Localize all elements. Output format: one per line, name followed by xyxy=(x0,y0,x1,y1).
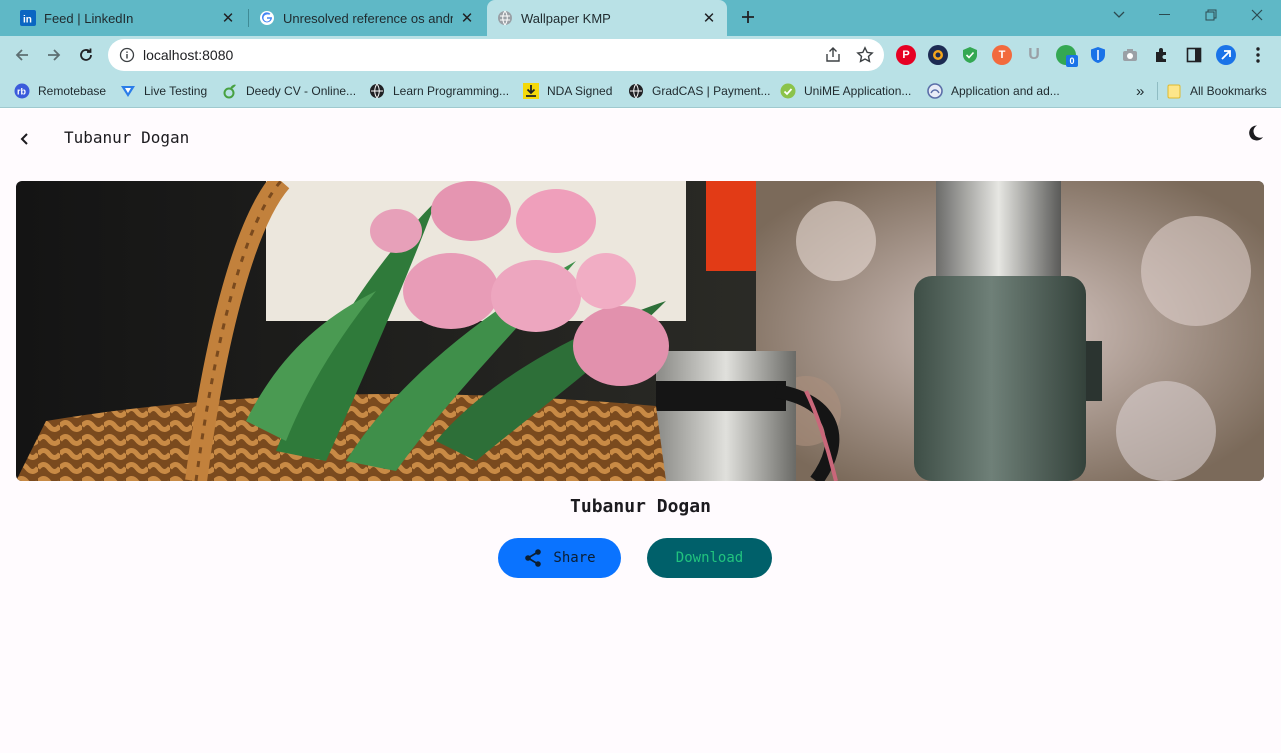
globe-icon xyxy=(369,83,385,99)
download-label: Download xyxy=(675,550,744,566)
tab-title: Unresolved reference os android xyxy=(283,10,453,26)
address-bar[interactable]: localhost:8080 xyxy=(108,39,884,71)
remotebase-icon: rb xyxy=(14,83,30,99)
bookmark-remotebase[interactable]: rb Remotebase xyxy=(14,82,106,100)
svg-text:in: in xyxy=(23,15,32,26)
bookmark-deedy-cv[interactable]: Deedy CV - Online... xyxy=(222,82,356,100)
new-tab-button[interactable] xyxy=(737,6,759,28)
back-arrow-icon[interactable] xyxy=(10,43,34,67)
tab-wallpaper-kmp[interactable]: Wallpaper KMP ✕ xyxy=(487,0,727,36)
download-button[interactable]: Download xyxy=(647,538,772,578)
extension-dark-icon[interactable] xyxy=(928,45,948,65)
close-tab-icon[interactable]: ✕ xyxy=(220,10,236,27)
bookmark-application[interactable]: Application and ad... xyxy=(927,82,1060,100)
extensions-puzzle-icon[interactable] xyxy=(1152,45,1172,65)
tab-title: Feed | LinkedIn xyxy=(44,10,134,26)
back-button[interactable] xyxy=(14,128,36,150)
check-icon xyxy=(780,83,796,99)
bookmark-label: Live Testing xyxy=(144,84,208,98)
folder-icon xyxy=(1166,83,1182,99)
tab-google[interactable]: Unresolved reference os android ✕ xyxy=(251,0,483,36)
bookmark-label: Deedy CV - Online... xyxy=(246,84,357,98)
url-text: localhost:8080 xyxy=(143,47,234,63)
overleaf-icon xyxy=(222,83,238,99)
share-page-icon[interactable] xyxy=(824,46,842,69)
bookmark-label: Learn Programming... xyxy=(393,84,510,98)
reload-icon[interactable] xyxy=(74,43,98,67)
live-testing-icon xyxy=(120,83,136,99)
site-info-icon[interactable] xyxy=(119,47,135,63)
dark-mode-toggle[interactable] xyxy=(1245,123,1265,143)
close-tab-icon[interactable]: ✕ xyxy=(459,10,475,27)
grammar-extension-icon[interactable]: 0 xyxy=(1056,45,1078,67)
pinterest-icon[interactable]: P xyxy=(896,45,916,65)
chevron-left-icon xyxy=(20,133,28,145)
svg-text:rb: rb xyxy=(17,87,27,97)
bookmark-live-testing[interactable]: Live Testing xyxy=(120,82,207,100)
bookmark-label: Remotebase xyxy=(38,84,107,98)
share-button[interactable]: Share xyxy=(498,538,621,578)
globe-icon xyxy=(628,83,644,99)
browser-tab-strip: in Feed | LinkedIn ✕ Unresolved referenc… xyxy=(0,0,1281,36)
minimize-icon[interactable] xyxy=(1142,0,1188,30)
tab-separator xyxy=(248,9,249,27)
profile-avatar[interactable] xyxy=(1216,45,1236,65)
vpn-shield-icon[interactable] xyxy=(1088,45,1108,65)
translate-extension-icon[interactable]: T xyxy=(992,45,1012,65)
bookmark-learn-programming[interactable]: Learn Programming... xyxy=(369,82,509,100)
side-panel-icon[interactable] xyxy=(1184,45,1204,65)
close-tab-icon[interactable]: ✕ xyxy=(701,10,717,27)
more-menu-icon[interactable] xyxy=(1248,45,1268,65)
bookmark-label: NDA Signed xyxy=(547,84,613,98)
camera-icon[interactable] xyxy=(1120,45,1140,65)
wallpaper-detail-screen: Tubanur Dogan Tubanur Dogan Share Downlo… xyxy=(0,109,1281,753)
share-icon xyxy=(525,549,542,567)
globe-icon xyxy=(497,10,513,26)
browser-toolbar: localhost:8080 P T U 0 xyxy=(0,36,1281,74)
close-window-icon[interactable] xyxy=(1234,0,1280,30)
bookmark-label: All Bookmarks xyxy=(1190,84,1267,98)
page-title: Tubanur Dogan xyxy=(64,128,190,147)
linkedin-icon: in xyxy=(20,10,36,26)
bookmark-nda-signed[interactable]: NDA Signed xyxy=(523,82,612,100)
share-label: Share xyxy=(553,550,596,566)
wallpaper-image xyxy=(16,181,1264,481)
extension-badge: 0 xyxy=(1066,55,1078,67)
u-extension-icon[interactable]: U xyxy=(1024,45,1044,65)
google-icon xyxy=(259,10,275,26)
application-icon xyxy=(927,83,943,99)
download-icon xyxy=(523,83,539,99)
bookmark-unime[interactable]: UniME Application... xyxy=(780,82,911,100)
bookmarks-bar: rb Remotebase Live Testing Deedy CV - On… xyxy=(0,74,1281,108)
tab-search-icon[interactable] xyxy=(1096,0,1142,30)
restore-icon[interactable] xyxy=(1188,0,1234,30)
moon-icon xyxy=(1249,125,1263,141)
tab-title: Wallpaper KMP xyxy=(521,10,611,26)
forward-arrow-icon[interactable] xyxy=(42,43,66,67)
author-name: Tubanur Dogan xyxy=(570,496,711,517)
bookmark-label: UniME Application... xyxy=(804,84,912,98)
bookmark-gradcas[interactable]: GradCAS | Payment... xyxy=(628,82,771,100)
bookmarks-overflow-button[interactable]: » xyxy=(1136,82,1144,100)
bookmark-label: Application and ad... xyxy=(951,84,1060,98)
bookmarks-divider xyxy=(1157,82,1158,100)
bookmark-label: GradCAS | Payment... xyxy=(652,84,771,98)
shield-check-icon[interactable] xyxy=(960,45,980,65)
tab-linkedin[interactable]: in Feed | LinkedIn ✕ xyxy=(12,0,244,36)
all-bookmarks-folder[interactable]: All Bookmarks xyxy=(1166,82,1267,100)
bookmark-star-icon[interactable] xyxy=(856,46,874,69)
